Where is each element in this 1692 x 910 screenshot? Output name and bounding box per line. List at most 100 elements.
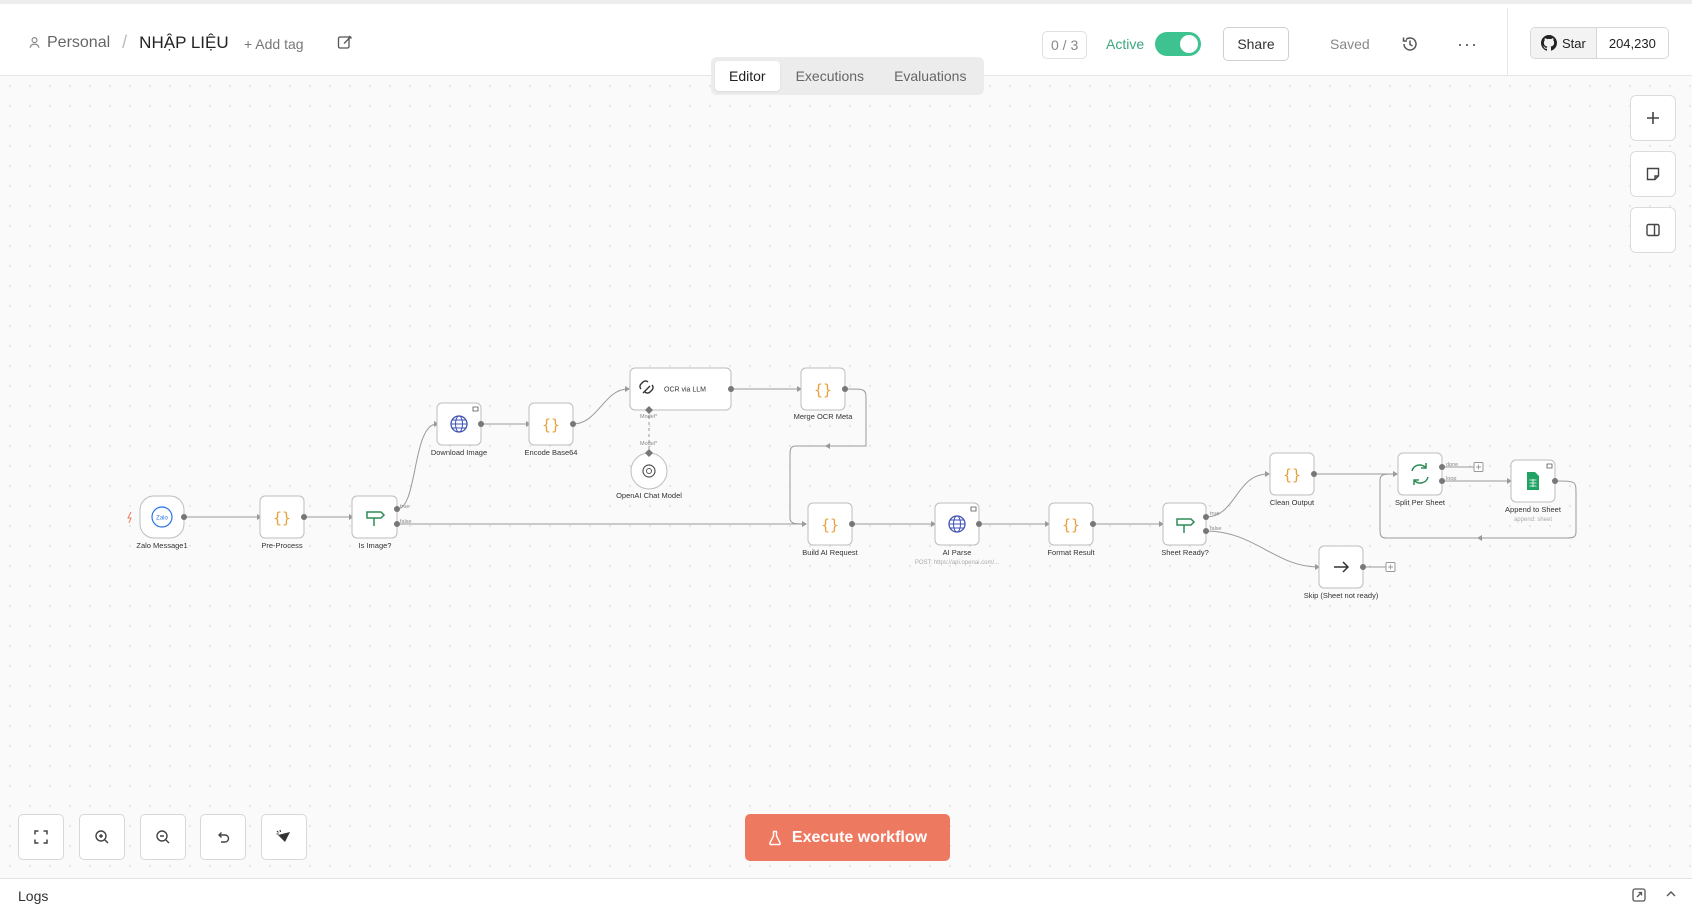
handle-sheetready-true[interactable] — [1203, 514, 1209, 520]
node-merge-ocr-meta[interactable]: {} Merge OCR Meta — [794, 367, 854, 421]
node-sheetready-box — [1162, 502, 1207, 546]
person-icon — [29, 37, 40, 48]
breadcrumb: Personal / NHẬP LIỆU — [28, 32, 229, 53]
node-split-label: Split Per Sheet — [1395, 498, 1446, 507]
github-star-button[interactable]: Star — [1531, 28, 1597, 58]
more-options-icon[interactable]: ··· — [1457, 34, 1478, 55]
node-split-box — [1397, 452, 1443, 496]
zalo-logo-text: Zalo — [156, 516, 168, 522]
handle-append-out[interactable] — [1552, 478, 1558, 484]
chevron-up-icon[interactable] — [1664, 887, 1678, 901]
node-build-ai-request[interactable]: {} Build AI Request — [802, 502, 859, 557]
node-append-subtitle: append: sheet — [1514, 517, 1552, 523]
app-root: Personal / NHẬP LIỆU + Add tag 0 / 3 Act… — [0, 0, 1692, 910]
node-clean-output[interactable]: {} Clean Output — [1269, 452, 1315, 507]
node-fmt-label: Format Result — [1047, 548, 1095, 557]
breadcrumb-separator: / — [122, 32, 128, 52]
node-model-label: OpenAI Chat Model — [616, 491, 682, 500]
code-braces-icon: {} — [542, 416, 560, 434]
popout-icon[interactable] — [1632, 888, 1646, 902]
breadcrumb-project[interactable]: Personal — [28, 34, 110, 52]
active-label: Active — [1106, 36, 1145, 52]
code-braces-icon: {} — [1283, 466, 1301, 484]
add-tag-button[interactable]: + Add tag — [244, 36, 304, 52]
tab-executions[interactable]: Executions — [782, 61, 878, 91]
handle-isimg-false[interactable] — [394, 521, 400, 527]
handle-pre-out[interactable] — [301, 514, 307, 520]
node-model-box — [630, 452, 668, 490]
code-braces-icon: {} — [1062, 516, 1080, 534]
github-icon — [1541, 35, 1557, 51]
reset-zoom-button[interactable] — [200, 814, 246, 860]
logs-panel-bar[interactable]: Logs — [0, 878, 1692, 910]
saved-status: Saved — [1330, 36, 1370, 52]
node-merge-label: Merge OCR Meta — [794, 412, 854, 421]
node-build-label: Build AI Request — [802, 548, 858, 557]
node-pre-process[interactable]: {} Pre-Process — [259, 495, 305, 550]
node-append-to-sheet[interactable]: Append to Sheet append: sheet — [1505, 459, 1562, 523]
handle-parse-out[interactable] — [976, 521, 982, 527]
zoom-out-button[interactable] — [140, 814, 186, 860]
handle-split-done[interactable] — [1439, 464, 1445, 470]
node-pre-label: Pre-Process — [261, 541, 303, 550]
handle-sheetready-false[interactable] — [1203, 528, 1209, 534]
node-enc-label: Encode Base64 — [525, 448, 578, 457]
view-tabs: Editor Executions Evaluations — [711, 57, 984, 95]
node-parse-label: AI Parse — [943, 548, 972, 557]
add-node-plus-skip[interactable] — [1385, 562, 1396, 572]
code-braces-icon: {} — [821, 516, 839, 534]
logs-label: Logs — [18, 888, 49, 904]
project-name: Personal — [47, 33, 111, 51]
handle-split-loop[interactable] — [1439, 478, 1445, 484]
history-icon[interactable] — [1401, 35, 1419, 53]
node-sheet-ready[interactable]: Sheet Ready? — [1161, 502, 1209, 557]
handle-dl-out[interactable] — [478, 421, 484, 427]
handle-merge-out[interactable] — [842, 386, 848, 392]
handle-fmt-out[interactable] — [1090, 521, 1096, 527]
active-toggle[interactable] — [1155, 32, 1201, 56]
fit-view-icon — [34, 830, 48, 844]
handle-zalo-out[interactable] — [181, 514, 187, 520]
node-encode-base64[interactable]: {} Encode Base64 — [525, 402, 578, 457]
fit-view-button[interactable] — [18, 814, 64, 860]
node-split-per-sheet[interactable]: Split Per Sheet — [1395, 452, 1446, 507]
zoom-in-button[interactable] — [79, 814, 125, 860]
workflow-name[interactable]: NHẬP LIỆU — [139, 33, 228, 53]
node-skip-label: Skip (Sheet not ready) — [1304, 591, 1379, 600]
edit-icon[interactable] — [337, 34, 353, 50]
add-sticky-note-button[interactable] — [1630, 151, 1676, 197]
code-braces-icon: {} — [814, 381, 832, 399]
execute-workflow-button[interactable]: Execute workflow — [745, 814, 950, 861]
node-ocr-via-llm[interactable]: OCR via LLM — [629, 367, 732, 411]
node-ocr-label: OCR via LLM — [664, 387, 706, 394]
tab-evaluations[interactable]: Evaluations — [880, 61, 980, 91]
tidy-up-button[interactable] — [261, 814, 307, 860]
handle-skip-out[interactable] — [1360, 564, 1366, 570]
execution-counter: 0 / 3 — [1042, 31, 1088, 59]
node-download-image[interactable]: Download Image — [431, 402, 487, 457]
share-button[interactable]: Share — [1223, 27, 1289, 61]
add-node-button[interactable] — [1630, 95, 1676, 141]
sidebar-panel-icon — [1646, 223, 1660, 237]
node-parse-subtitle: POST: https://api.openai.com/... — [915, 560, 1000, 566]
zoom-out-icon — [156, 830, 170, 844]
tidy-up-icon — [276, 829, 290, 842]
toggle-panel-button[interactable] — [1630, 207, 1676, 253]
handle-build-out[interactable] — [849, 521, 855, 527]
execute-workflow-label: Execute workflow — [791, 828, 928, 846]
node-format-result[interactable]: {} Format Result — [1047, 502, 1095, 557]
node-isimg-label: Is Image? — [359, 541, 392, 550]
github-star-widget[interactable]: Star 204,230 — [1530, 27, 1669, 59]
tab-editor[interactable]: Editor — [715, 61, 780, 91]
github-star-count: 204,230 — [1596, 28, 1668, 58]
handle-ocr-out[interactable] — [728, 386, 734, 392]
node-is-image[interactable]: Is Image? — [351, 495, 398, 550]
node-zalo-label: Zalo Message1 — [136, 541, 187, 550]
add-node-plus-split-done[interactable] — [1473, 462, 1484, 472]
handle-clean-out[interactable] — [1311, 471, 1317, 477]
handle-isimg-true[interactable] — [394, 506, 400, 512]
toggle-knob — [1180, 35, 1198, 53]
node-dl-label: Download Image — [431, 448, 487, 457]
handle-enc-out[interactable] — [570, 421, 576, 427]
sticky-note-icon — [1646, 167, 1660, 181]
